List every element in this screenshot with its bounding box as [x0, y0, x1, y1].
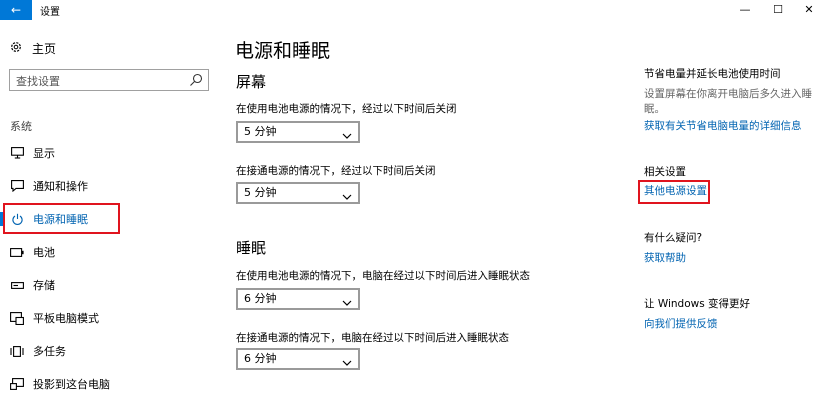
battery-icon [10, 245, 24, 259]
back-arrow-icon: ← [10, 3, 22, 17]
chevron-down-icon [342, 189, 352, 200]
chevron-down-icon [342, 295, 352, 306]
chevron-down-icon [342, 355, 352, 366]
sidebar-item-label: 多任务 [33, 345, 66, 358]
screen-plugged-dropdown[interactable]: 5 分钟 [236, 182, 360, 204]
gear-icon [8, 40, 24, 57]
minimize-icon: — [739, 3, 751, 16]
search-input[interactable] [10, 71, 180, 92]
screen-heading: 屏幕 [236, 73, 267, 91]
screen-battery-label: 在使用电池电源的情况下，经过以下时间后关闭 [236, 103, 457, 115]
dropdown-value: 5 分钟 [244, 186, 277, 199]
sleep-battery-label: 在使用电池电源的情况下，电脑在经过以下时间后进入睡眠状态 [236, 270, 530, 282]
sleep-battery-dropdown[interactable]: 6 分钟 [236, 288, 360, 310]
screen-plugged-label: 在接通电源的情况下，经过以下时间后关闭 [236, 165, 436, 177]
section-label-system: 系统 [10, 120, 32, 133]
page-title: 电源和睡眠 [235, 40, 331, 62]
feedback-link[interactable]: 向我们提供反馈 [644, 317, 718, 332]
sidebar-item-battery[interactable]: 电池 [0, 241, 222, 263]
sleep-plugged-dropdown[interactable]: 6 分钟 [236, 348, 360, 370]
sidebar-item-home[interactable]: 主页 [8, 39, 56, 57]
sidebar-item-label: 电池 [33, 246, 55, 259]
monitor-icon [10, 146, 24, 160]
search-box[interactable] [9, 69, 209, 92]
maximize-button[interactable]: ☐ [763, 0, 793, 20]
sidebar-item-storage[interactable]: 存储 [0, 274, 222, 296]
sidebar-item-tablet-mode[interactable]: 平板电脑模式 [0, 307, 222, 329]
sidebar-item-label: 通知和操作 [33, 180, 88, 193]
sidebar-item-label: 存储 [33, 279, 55, 292]
dropdown-value: 6 分钟 [244, 352, 277, 365]
sidebar: 主页 系统 显示 通知和操作 电源和睡眠 电池 [0, 20, 222, 400]
close-icon: ✕ [804, 3, 814, 16]
back-button[interactable]: ← [0, 0, 32, 20]
related-settings-title: 相关设置 [644, 166, 686, 178]
sleep-plugged-label: 在接通电源的情况下，电脑在经过以下时间后进入睡眠状态 [236, 332, 509, 344]
project-icon [10, 377, 24, 391]
highlight-box-other-power-settings [638, 180, 710, 204]
close-button[interactable]: ✕ [794, 0, 820, 20]
tablet-mode-icon [10, 311, 24, 325]
notification-icon [10, 179, 24, 193]
minimize-button[interactable]: — [730, 0, 760, 20]
sidebar-item-project[interactable]: 投影到这台电脑 [0, 373, 222, 395]
question-title: 有什么疑问? [644, 232, 703, 244]
highlight-box-power-sleep [3, 203, 120, 234]
sleep-heading: 睡眠 [236, 239, 267, 257]
search-icon[interactable] [188, 72, 204, 88]
sidebar-item-display[interactable]: 显示 [0, 142, 222, 164]
dropdown-value: 6 分钟 [244, 292, 277, 305]
tip-link[interactable]: 获取有关节省电脑电量的详细信息 [644, 119, 802, 134]
sidebar-item-notifications[interactable]: 通知和操作 [0, 175, 222, 197]
window-title: 设置 [40, 7, 60, 18]
sidebar-item-label: 显示 [33, 147, 55, 160]
home-label: 主页 [32, 41, 57, 56]
maximize-icon: ☐ [773, 3, 783, 16]
multitask-icon [10, 344, 24, 358]
storage-icon [10, 278, 24, 292]
sidebar-item-multitasking[interactable]: 多任务 [0, 340, 222, 362]
tip-description: 设置屏幕在你离开电脑后多久进入睡眠。 [644, 88, 812, 115]
tip-title: 节省电量并延长电池使用时间 [644, 68, 781, 80]
sidebar-item-label: 平板电脑模式 [33, 312, 99, 325]
dropdown-value: 5 分钟 [244, 125, 277, 138]
get-help-link[interactable]: 获取帮助 [644, 251, 686, 266]
title-bar: ← 设置 — ☐ ✕ [0, 0, 820, 20]
sidebar-item-label: 投影到这台电脑 [33, 378, 110, 391]
chevron-down-icon [342, 128, 352, 139]
screen-battery-dropdown[interactable]: 5 分钟 [236, 121, 360, 143]
improve-title: 让 Windows 变得更好 [644, 298, 751, 310]
